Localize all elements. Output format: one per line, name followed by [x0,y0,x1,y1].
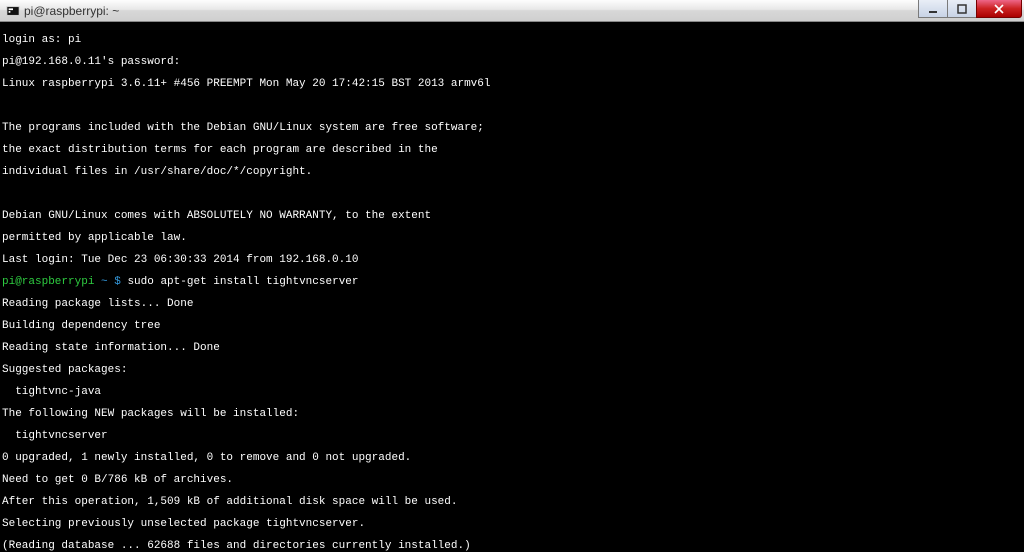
terminal-line: pi@192.168.0.11's password: [2,57,1022,68]
terminal-output[interactable]: login as: pi pi@192.168.0.11's password:… [0,22,1024,552]
terminal-line: individual files in /usr/share/doc/*/cop… [2,167,1022,178]
terminal-line: The following NEW packages will be insta… [2,409,1022,420]
close-button[interactable] [976,0,1022,18]
terminal-line: After this operation, 1,509 kB of additi… [2,497,1022,508]
terminal-line: Debian GNU/Linux comes with ABSOLUTELY N… [2,211,1022,222]
terminal-line: Reading package lists... Done [2,299,1022,310]
terminal-line [2,189,1022,200]
window-controls [919,0,1024,21]
terminal-line [2,101,1022,112]
terminal-line: permitted by applicable law. [2,233,1022,244]
terminal-line: (Reading database ... 62688 files and di… [2,541,1022,552]
terminal-line: Selecting previously unselected package … [2,519,1022,530]
prompt-line: pi@raspberrypi ~ $ sudo apt-get install … [2,277,1022,288]
terminal-line: Need to get 0 B/786 kB of archives. [2,475,1022,486]
window-titlebar: pi@raspberrypi: ~ [0,0,1024,22]
terminal-line: Building dependency tree [2,321,1022,332]
terminal-line: the exact distribution terms for each pr… [2,145,1022,156]
terminal-line: tightvncserver [2,431,1022,442]
putty-icon [6,4,20,18]
command-text: sudo apt-get install tightvncserver [127,276,358,288]
terminal-line: tightvnc-java [2,387,1022,398]
terminal-line: Last login: Tue Dec 23 06:30:33 2014 fro… [2,255,1022,266]
terminal-line: Suggested packages: [2,365,1022,376]
terminal-line: Reading state information... Done [2,343,1022,354]
prompt-dir: ~ $ [101,276,121,288]
maximize-button[interactable] [947,0,977,18]
window-title: pi@raspberrypi: ~ [24,4,119,18]
terminal-line: Linux raspberrypi 3.6.11+ #456 PREEMPT M… [2,79,1022,90]
minimize-button[interactable] [918,0,948,18]
titlebar-left: pi@raspberrypi: ~ [0,4,119,18]
terminal-line: login as: pi [2,35,1022,46]
terminal-line: 0 upgraded, 1 newly installed, 0 to remo… [2,453,1022,464]
terminal-line: The programs included with the Debian GN… [2,123,1022,134]
prompt-user: pi@raspberrypi [2,276,94,288]
